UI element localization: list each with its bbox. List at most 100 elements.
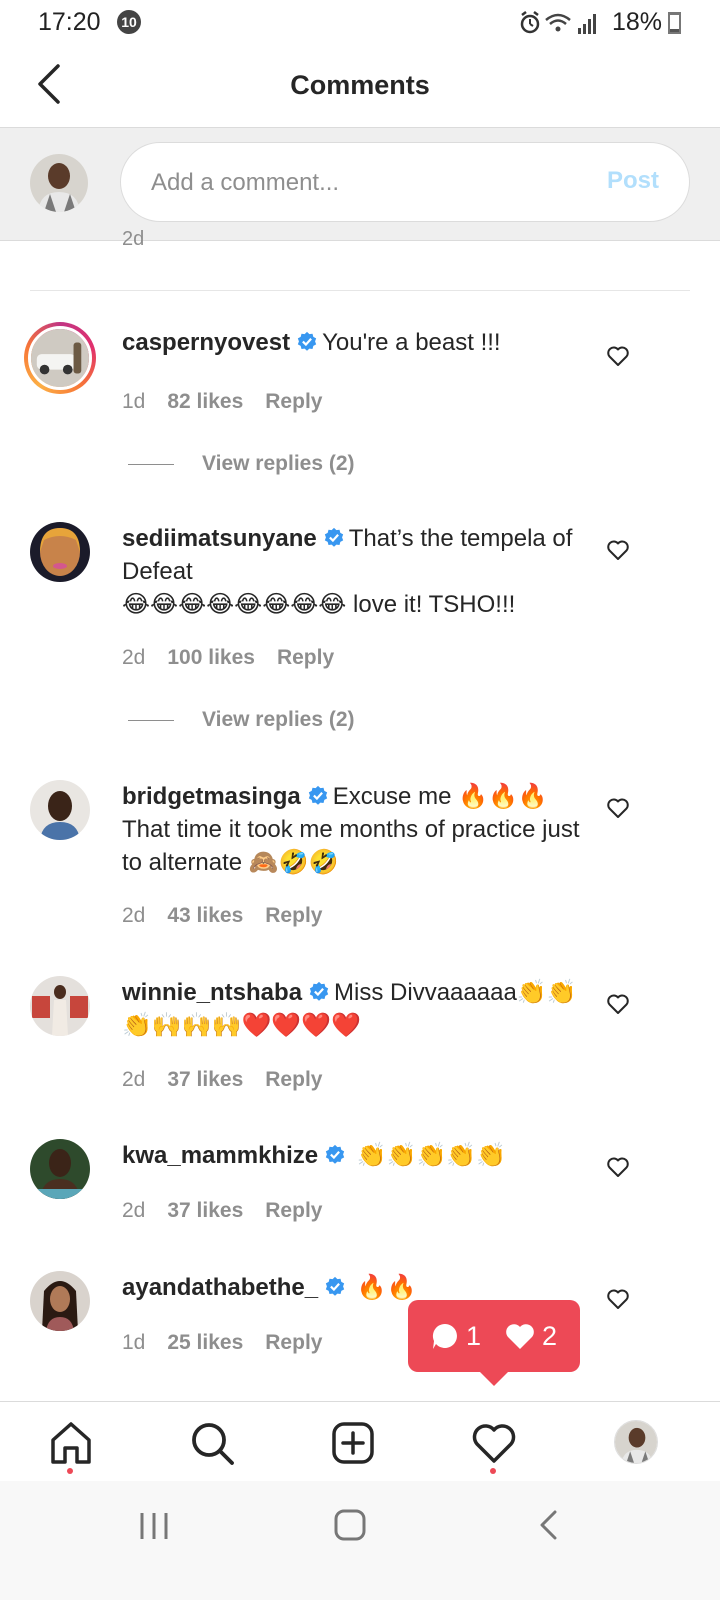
- like-comment-button[interactable]: [606, 538, 630, 562]
- comment-bubble-icon: [432, 1323, 457, 1349]
- popup-likes-count: 2: [542, 1320, 558, 1351]
- reply-button[interactable]: Reply: [265, 1331, 322, 1354]
- commenter-avatar[interactable]: [30, 1271, 90, 1331]
- comment-composer: Post: [0, 128, 720, 241]
- verified-badge-icon: [324, 527, 343, 547]
- comment-likes[interactable]: 37 likes: [167, 1199, 243, 1222]
- home-square-icon: [334, 1509, 366, 1541]
- nav-home[interactable]: [48, 1420, 94, 1466]
- comment-text: 🔥🔥: [356, 1274, 417, 1301]
- page-title: Comments: [290, 70, 430, 100]
- nav-activity[interactable]: [471, 1420, 517, 1466]
- comment-time: 2d: [122, 1068, 146, 1091]
- comment-item: winnie_ntshaba Miss Divvaaaaaa👏👏👏🙌🙌🙌❤️❤️❤…: [0, 976, 720, 1106]
- commenter-avatar[interactable]: [30, 1139, 90, 1199]
- comment-time: 2d: [122, 1199, 146, 1222]
- home-icon: [51, 1422, 91, 1464]
- heart-icon: [472, 1424, 516, 1463]
- heart-icon: [607, 346, 629, 366]
- comment-likes[interactable]: 43 likes: [167, 904, 243, 927]
- verified-badge-icon: [309, 981, 329, 1001]
- popup-likes: 2: [504, 1320, 557, 1352]
- verified-badge-icon: [325, 1144, 345, 1164]
- comment-likes[interactable]: 37 likes: [167, 1068, 243, 1091]
- comment-text-line2: 😂😂😂😂😂😂😂😂 love it! TSHO!!!: [122, 591, 516, 618]
- comment-meta: 2d 37 likes Reply: [122, 1199, 344, 1223]
- comment-username[interactable]: sediimatsunyane: [122, 525, 317, 552]
- like-comment-button[interactable]: [606, 796, 630, 820]
- current-user-avatar[interactable]: [30, 154, 88, 212]
- comment-username[interactable]: ayandathabethe_: [122, 1274, 318, 1301]
- like-comment-button[interactable]: [606, 1287, 630, 1311]
- comment-meta: 2d 100 likes Reply: [122, 646, 356, 670]
- comment-meta: 2d 43 likes Reply: [122, 904, 344, 928]
- recent-apps-button[interactable]: [134, 1507, 174, 1547]
- comment-body: bridgetmasinga Excuse me 🔥🔥🔥 That time it…: [122, 780, 592, 879]
- comment-text: 👏👏👏👏👏: [356, 1142, 507, 1169]
- comment-meta: 2d 37 likes Reply: [122, 1068, 344, 1092]
- avatar-image: [30, 522, 90, 582]
- heart-icon: [607, 1157, 629, 1177]
- view-replies-button[interactable]: View replies (2): [128, 452, 355, 476]
- comment-item: caspernyovest You're a beast !!! 1d 82 lik…: [0, 322, 720, 502]
- like-comment-button[interactable]: [606, 1155, 630, 1179]
- comment-time: 1d: [122, 390, 146, 413]
- avatar-image: [30, 1139, 90, 1199]
- commenter-avatar[interactable]: [30, 976, 90, 1036]
- story-avatar[interactable]: [24, 322, 96, 394]
- commenter-avatar[interactable]: [30, 522, 90, 582]
- comment-likes[interactable]: 82 likes: [167, 390, 243, 413]
- bottom-navigation: [0, 1401, 720, 1481]
- verified-badge-icon: [325, 1276, 345, 1296]
- avatar-image: [30, 976, 90, 1036]
- status-time: 17:20: [38, 8, 101, 36]
- nav-search[interactable]: [189, 1420, 235, 1466]
- comment-meta: 1d 82 likes Reply: [122, 390, 344, 414]
- reply-button[interactable]: Reply: [265, 390, 322, 413]
- reply-button[interactable]: Reply: [277, 646, 334, 669]
- status-bar: 17:20 10 18%: [0, 0, 720, 46]
- like-comment-button[interactable]: [606, 992, 630, 1016]
- comment-meta: 1d 25 likes Reply: [122, 1331, 344, 1355]
- view-replies-label: View replies (2): [202, 452, 355, 475]
- chevron-left-icon: [540, 1510, 557, 1540]
- comment-body: kwa_mammkhize 👏👏👏👏👏: [122, 1139, 592, 1172]
- comment-username[interactable]: bridgetmasinga: [122, 783, 301, 810]
- comment-body: winnie_ntshaba Miss Divvaaaaaa👏👏👏🙌🙌🙌❤️❤️❤…: [122, 976, 592, 1042]
- comment-item: bridgetmasinga Excuse me 🔥🔥🔥 That time it…: [0, 780, 720, 940]
- comment-likes[interactable]: 100 likes: [167, 646, 255, 669]
- nav-profile-avatar[interactable]: [614, 1420, 658, 1464]
- comment-username[interactable]: winnie_ntshaba: [122, 979, 302, 1006]
- avatar-image: [615, 1421, 657, 1463]
- divider: [30, 290, 690, 291]
- battery-fill: [670, 28, 679, 32]
- comment-username[interactable]: caspernyovest: [122, 329, 290, 356]
- comment-input[interactable]: [151, 165, 551, 201]
- replies-divider-line: [128, 719, 174, 721]
- verified-badge-icon: [297, 331, 317, 351]
- activity-notification-popup[interactable]: 1 2: [408, 1300, 580, 1386]
- heart-icon: [607, 540, 629, 560]
- notification-count-badge: 10: [117, 10, 141, 34]
- home-button[interactable]: [330, 1507, 370, 1547]
- reply-button[interactable]: Reply: [265, 1199, 322, 1222]
- recent-apps-icon: [140, 1513, 168, 1539]
- nav-new-post[interactable]: [330, 1420, 376, 1466]
- heart-icon: [607, 1289, 629, 1309]
- comment-username[interactable]: kwa_mammkhize: [122, 1142, 318, 1169]
- commenter-avatar[interactable]: [30, 780, 90, 840]
- comment-time: 2d: [122, 646, 146, 669]
- post-button[interactable]: Post: [607, 167, 659, 195]
- reply-button[interactable]: Reply: [265, 1068, 322, 1091]
- alarm-wifi-signal-icon: [520, 11, 596, 34]
- comment-time: 2d: [122, 904, 146, 927]
- comment-likes[interactable]: 25 likes: [167, 1331, 243, 1354]
- system-back-button[interactable]: [530, 1507, 570, 1547]
- comment-input-box[interactable]: Post: [120, 142, 690, 222]
- view-replies-button[interactable]: View replies (2): [128, 708, 355, 732]
- popup-comments-count: 1: [466, 1320, 482, 1351]
- comment-body: sediimatsunyane That’s the tempela of Def…: [122, 522, 592, 621]
- replies-divider-line: [128, 463, 174, 465]
- reply-button[interactable]: Reply: [265, 904, 322, 927]
- like-comment-button[interactable]: [606, 344, 630, 368]
